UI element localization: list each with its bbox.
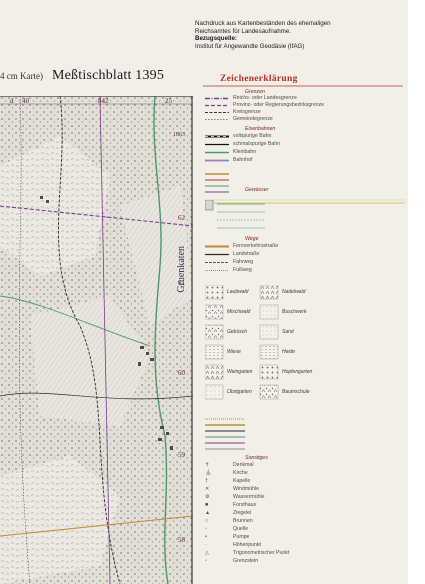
road-swatch-2 xyxy=(205,253,229,256)
legend-title: Zeichenerklärung xyxy=(220,74,298,84)
misc-symbol-2: ⛪ xyxy=(205,470,212,476)
misc-item-1: Denkmal xyxy=(233,462,254,468)
publisher-line-3: Bezugsquelle: xyxy=(195,35,237,43)
top-number-25: 25 xyxy=(165,97,172,105)
railway-swatch-4 xyxy=(205,159,229,162)
misc-item-8: Brunnen xyxy=(233,518,253,524)
legend-section-rivers: Gewässer xyxy=(245,187,269,193)
page-margin xyxy=(408,0,425,584)
publisher-note: Nachdruck aus Kartenbeständen des ehemal… xyxy=(195,20,400,50)
grid-label-61: 61 xyxy=(178,279,185,287)
legend-section-railways: Eisenbahnen xyxy=(245,126,276,132)
publisher-line-2: Reichsamtes für Landesaufnahme. xyxy=(195,27,291,35)
pattern-label-4: Buschwerk xyxy=(282,309,307,315)
publisher-line-4: Institut für Angewandte Geodäsie (IfAG) xyxy=(195,42,305,50)
railway-item-1: vollspurige Bahn xyxy=(233,133,272,139)
misc-item-12: Trigonometrischer Punkt xyxy=(233,550,290,556)
misc-item-5: Wassermühle xyxy=(233,494,265,500)
misc-item-9: Quelle xyxy=(233,526,248,532)
boundary-item-3: Kreisgrenze xyxy=(233,109,261,115)
misc-symbol-9: ◦ xyxy=(205,526,207,532)
boundary-swatch-4 xyxy=(205,119,229,120)
road-swatch-1 xyxy=(205,245,229,248)
top-number-842: 842 xyxy=(98,97,109,105)
sheet-title: Meßtischblatt 1395 xyxy=(52,68,165,83)
boundary-swatch-1 xyxy=(205,97,229,100)
scale-note: 4 cm Karte) xyxy=(0,71,43,81)
top-number-d: d xyxy=(10,97,14,105)
grid-label-58: 58 xyxy=(178,536,185,544)
map-sheet: Nachdruck aus Kartenbeständen des ehemal… xyxy=(0,0,408,584)
legend-water-samples xyxy=(205,200,265,229)
legend-boundary-list: Reichs- oder Landesgrenze Provinz- oder … xyxy=(205,95,405,123)
pattern-label-5: Gebüsch xyxy=(227,329,248,335)
road-item-1: Fernverkehrsstraße xyxy=(233,243,279,249)
misc-symbol-11: · xyxy=(205,542,207,548)
legend-pattern-grid: Laubwald Nadelwald Mischwald Buschwerk G… xyxy=(205,285,405,415)
misc-symbol-13: ▫ xyxy=(205,558,207,564)
misc-symbol-12: △ xyxy=(205,550,209,556)
railway-item-4: Bahnhof xyxy=(233,157,253,163)
edge-number-1863: 1863 xyxy=(173,132,185,138)
road-swatch-4 xyxy=(205,270,229,271)
pattern-label-11: Obstgarten xyxy=(227,389,252,395)
misc-item-2: Kirche xyxy=(233,470,248,476)
misc-item-13: Grenzstein xyxy=(233,558,259,564)
misc-symbol-8: ○ xyxy=(205,518,209,524)
road-swatch-3 xyxy=(205,262,229,263)
legend-misc-list: ✝ Denkmal ⛪ Kirche † Kapelle ✕ Windmühle ⚙ Wa… xyxy=(205,462,405,566)
legend-title-rule xyxy=(203,85,403,87)
railway-item-2: schmalspurige Bahn xyxy=(233,141,281,147)
legend-section-roads: Wege xyxy=(245,236,259,242)
legend-section-special: Sonstiges xyxy=(245,455,268,461)
top-number-40: 40 xyxy=(22,97,29,105)
misc-item-7: Ziegelei xyxy=(233,510,252,516)
boundary-item-1: Reichs- oder Landesgrenze xyxy=(233,95,297,101)
railway-swatch-1 xyxy=(205,135,229,138)
road-item-4: Fußweg xyxy=(233,267,252,273)
topographic-map[interactable]: Gruenkaten 62 61 60 59 58 d 40 842 25 18… xyxy=(0,96,193,584)
railway-swatch-2 xyxy=(205,143,229,146)
boundary-item-2: Provinz- oder Regierungsbezirksgrenze xyxy=(233,102,325,108)
pattern-label-12: Baumschule xyxy=(282,389,310,395)
legend-lower-lines xyxy=(205,418,245,450)
grid-label-59: 59 xyxy=(178,451,185,459)
misc-symbol-5: ⚙ xyxy=(205,494,210,500)
publisher-line-1: Nachdruck aus Kartenbeständen des ehemal… xyxy=(195,20,331,27)
legend-railway-list: vollspurige Bahn schmalspurige Bahn Klei… xyxy=(205,133,405,165)
misc-symbol-6: ■ xyxy=(205,502,209,508)
pattern-label-7: Wiese xyxy=(227,349,241,355)
misc-symbol-3: † xyxy=(205,478,208,484)
pattern-label-6: Sand xyxy=(282,329,294,335)
boundary-swatch-2 xyxy=(205,104,229,107)
misc-item-4: Windmühle xyxy=(233,486,259,492)
pattern-label-1: Laubwald xyxy=(227,289,249,295)
road-item-2: Landstraße xyxy=(233,251,260,257)
pattern-label-2: Nadelwald xyxy=(282,289,306,295)
misc-item-10: Pumpe xyxy=(233,534,250,540)
legend-road-list: Fernverkehrsstraße Landstraße Fahrweg Fu… xyxy=(205,243,405,275)
misc-symbol-7: ▲ xyxy=(205,510,211,516)
pattern-label-10: Hopfengarten xyxy=(282,369,313,375)
misc-symbol-10: • xyxy=(205,534,207,540)
misc-item-11: Höhenpunkt xyxy=(233,542,261,548)
road-item-3: Fahrweg xyxy=(233,259,254,265)
railway-swatch-3 xyxy=(205,151,229,154)
grid-label-62: 62 xyxy=(178,214,185,222)
misc-item-3: Kapelle xyxy=(233,478,251,484)
misc-symbol-1: ✝ xyxy=(205,462,210,468)
railway-item-3: Kleinbahn xyxy=(233,149,257,155)
map-drawing xyxy=(0,96,193,584)
boundary-item-4: Gemeindegrenze xyxy=(233,116,273,122)
pattern-label-8: Heide xyxy=(282,349,296,355)
misc-symbol-4: ✕ xyxy=(205,486,210,492)
misc-item-6: Forsthaus xyxy=(233,502,257,508)
boundary-swatch-3 xyxy=(205,112,229,113)
pattern-label-3: Mischwald xyxy=(227,309,251,315)
pattern-label-9: Weingarten xyxy=(227,369,253,375)
grid-label-60: 60 xyxy=(178,369,185,377)
